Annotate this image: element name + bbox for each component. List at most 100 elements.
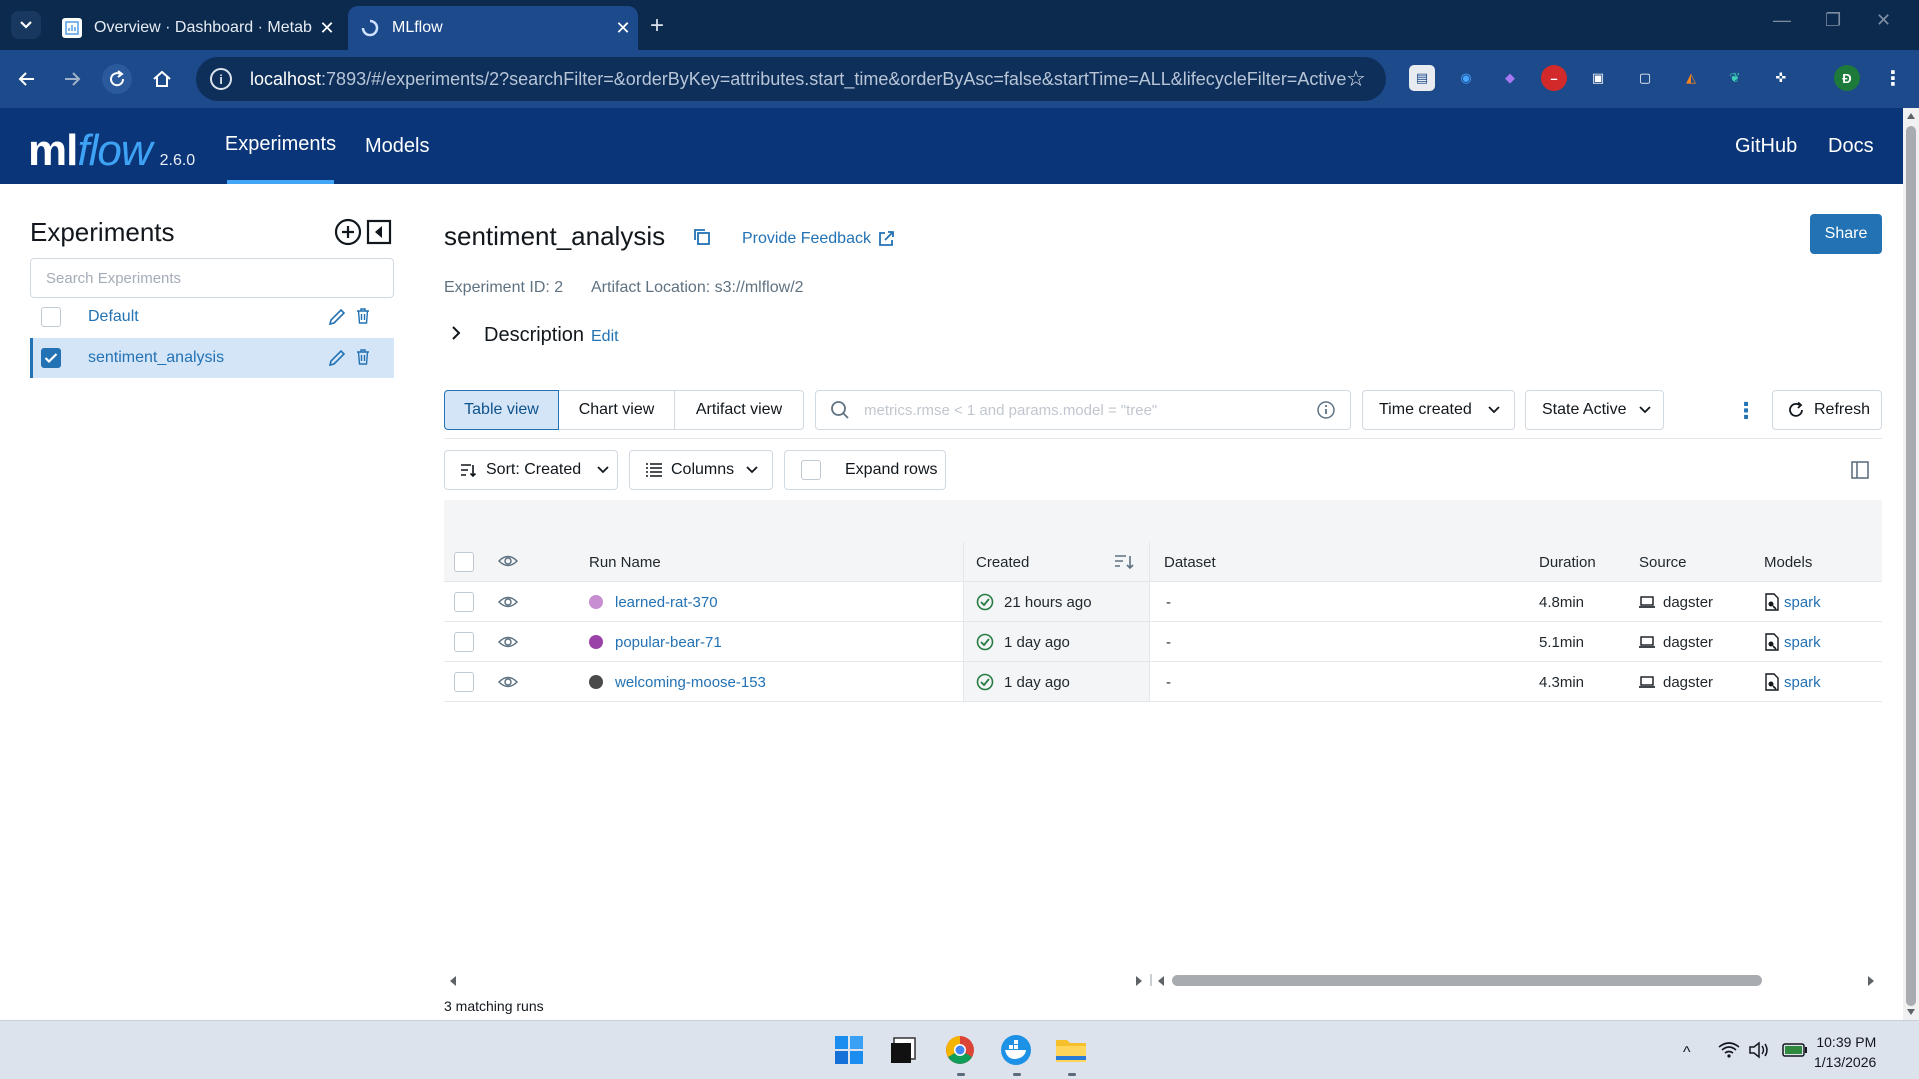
close-tab-icon[interactable]: ✕: [312, 18, 342, 39]
more-options-icon[interactable]: ⋮: [1735, 398, 1757, 423]
browser-menu-icon[interactable]: ⋮: [1880, 65, 1906, 91]
sidebar-item-default[interactable]: Default: [30, 297, 394, 337]
experiment-name[interactable]: sentiment_analysis: [88, 349, 224, 367]
docker-icon[interactable]: [998, 1032, 1034, 1068]
tab-table-view[interactable]: Table view: [444, 390, 559, 430]
expand-rows-toggle[interactable]: Expand rows: [784, 450, 946, 490]
row-checkbox[interactable]: [454, 592, 474, 612]
sort-descending-icon[interactable]: [1114, 553, 1134, 571]
model-cell[interactable]: spark: [1764, 622, 1821, 662]
scroll-thumb[interactable]: [1172, 975, 1762, 986]
delete-trash-icon[interactable]: [356, 349, 370, 365]
extension-blocker-icon[interactable]: –: [1541, 65, 1567, 91]
select-all-checkbox[interactable]: [454, 552, 474, 572]
sort-dropdown[interactable]: Sort: Created: [444, 450, 618, 490]
tab-chart-view[interactable]: Chart view: [559, 390, 675, 430]
time-created-dropdown[interactable]: Time created: [1362, 390, 1515, 430]
home-icon[interactable]: [147, 64, 177, 94]
address-bar[interactable]: i localhost:7893/#/experiments/2?searchF…: [196, 57, 1386, 101]
tab-mlflow[interactable]: MLflow ✕: [348, 6, 638, 50]
profile-avatar[interactable]: Đ: [1834, 65, 1860, 91]
chrome-icon[interactable]: [942, 1032, 978, 1068]
nav-models[interactable]: Models: [365, 108, 429, 184]
edit-pencil-icon[interactable]: [327, 307, 347, 327]
extension-leaf-icon[interactable]: ❦: [1722, 65, 1748, 91]
scroll-left-icon[interactable]: [1156, 975, 1166, 987]
eye-icon[interactable]: [498, 594, 518, 610]
search-experiments-input[interactable]: Search Experiments: [30, 258, 394, 298]
scroll-up-icon[interactable]: [1906, 112, 1916, 120]
battery-icon[interactable]: [1782, 1042, 1808, 1058]
row-checkbox[interactable]: [454, 632, 474, 652]
experiment-checkbox[interactable]: [41, 348, 61, 368]
system-clock[interactable]: 10:39 PM 1/13/2026: [1814, 1032, 1876, 1072]
close-window-icon[interactable]: ✕: [1876, 10, 1891, 31]
forward-icon[interactable]: [57, 64, 87, 94]
model-cell[interactable]: spark: [1764, 582, 1821, 622]
run-name-cell[interactable]: learned-rat-370: [589, 582, 718, 622]
extensions-puzzle-icon[interactable]: ✜: [1768, 65, 1794, 91]
column-header-duration[interactable]: Duration: [1539, 542, 1596, 582]
model-cell[interactable]: spark: [1764, 662, 1821, 702]
collapse-sidebar-icon[interactable]: [365, 218, 393, 246]
edit-description-link[interactable]: Edit: [591, 328, 619, 346]
eye-icon[interactable]: [498, 674, 518, 690]
scroll-right-icon[interactable]: [1866, 975, 1876, 987]
run-name-cell[interactable]: welcoming-moose-153: [589, 662, 766, 702]
experiment-name[interactable]: Default: [88, 308, 139, 326]
edit-pencil-icon[interactable]: [327, 348, 347, 368]
state-filter-dropdown[interactable]: State Active: [1525, 390, 1664, 430]
table-horizontal-scrollbar[interactable]: [444, 970, 1882, 990]
windows-start-icon[interactable]: [831, 1032, 867, 1068]
columns-dropdown[interactable]: Columns: [629, 450, 773, 490]
expand-rows-checkbox[interactable]: [801, 460, 821, 480]
nav-experiments[interactable]: Experiments: [225, 108, 336, 184]
metamask-fox-icon[interactable]: ◭: [1678, 65, 1704, 91]
column-header-source[interactable]: Source: [1639, 542, 1687, 582]
nav-github[interactable]: GitHub: [1735, 108, 1797, 184]
minimize-icon[interactable]: —: [1773, 10, 1791, 31]
sidebar-item-sentiment-analysis[interactable]: sentiment_analysis: [30, 338, 394, 378]
nav-docs[interactable]: Docs: [1828, 108, 1874, 184]
delete-trash-icon[interactable]: [356, 308, 370, 324]
run-search-input[interactable]: metrics.rmse < 1 and params.model = "tre…: [815, 390, 1351, 430]
create-experiment-icon[interactable]: [334, 218, 362, 246]
copy-icon[interactable]: [692, 227, 712, 247]
wifi-icon[interactable]: [1718, 1041, 1740, 1059]
scroll-down-icon[interactable]: [1906, 1008, 1916, 1016]
back-icon[interactable]: [12, 64, 42, 94]
run-name-cell[interactable]: popular-bear-71: [589, 622, 722, 662]
info-icon[interactable]: [1316, 400, 1336, 420]
chevron-right-icon[interactable]: [450, 325, 462, 341]
site-info-icon[interactable]: i: [210, 68, 232, 90]
column-header-models[interactable]: Models: [1764, 542, 1812, 582]
refresh-button[interactable]: Refresh: [1772, 390, 1882, 430]
bookmark-star-icon[interactable]: ☆: [1346, 66, 1386, 92]
restore-icon[interactable]: ❐: [1825, 10, 1841, 31]
column-header-dataset[interactable]: Dataset: [1164, 542, 1216, 582]
table-row[interactable]: popular-bear-71 1 day ago - 5.1min dagst…: [444, 622, 1882, 662]
experiment-checkbox[interactable]: [41, 307, 61, 327]
file-explorer-icon[interactable]: [1053, 1032, 1089, 1068]
mlflow-logo[interactable]: ml flow 2.6.0: [28, 126, 195, 176]
eye-icon[interactable]: [498, 634, 518, 650]
eye-icon[interactable]: [498, 553, 518, 569]
scroll-left-icon[interactable]: [448, 975, 458, 987]
scroll-thumb[interactable]: [1906, 126, 1916, 1006]
extension-window-icon[interactable]: ▢: [1632, 65, 1658, 91]
description-heading[interactable]: Description: [484, 324, 584, 347]
table-row[interactable]: learned-rat-370 21 hours ago - 4.8min da…: [444, 582, 1882, 622]
reload-icon[interactable]: [102, 64, 132, 94]
tab-artifact-view[interactable]: Artifact view: [675, 390, 804, 430]
column-header-run-name[interactable]: Run Name: [589, 542, 661, 582]
extension-screen-icon[interactable]: ▣: [1585, 65, 1611, 91]
new-tab-icon[interactable]: +: [650, 12, 664, 40]
table-row[interactable]: welcoming-moose-153 1 day ago - 4.3min d…: [444, 662, 1882, 702]
read-aloud-icon[interactable]: ◉: [1453, 65, 1479, 91]
extension-drop-icon[interactable]: ◆: [1497, 65, 1523, 91]
provide-feedback-link[interactable]: Provide Feedback: [742, 230, 895, 248]
terminal-app-icon[interactable]: [885, 1032, 921, 1068]
scroll-right-icon[interactable]: [1134, 975, 1144, 987]
tab-search-button[interactable]: [11, 11, 41, 39]
page-vertical-scrollbar[interactable]: [1903, 108, 1919, 1020]
